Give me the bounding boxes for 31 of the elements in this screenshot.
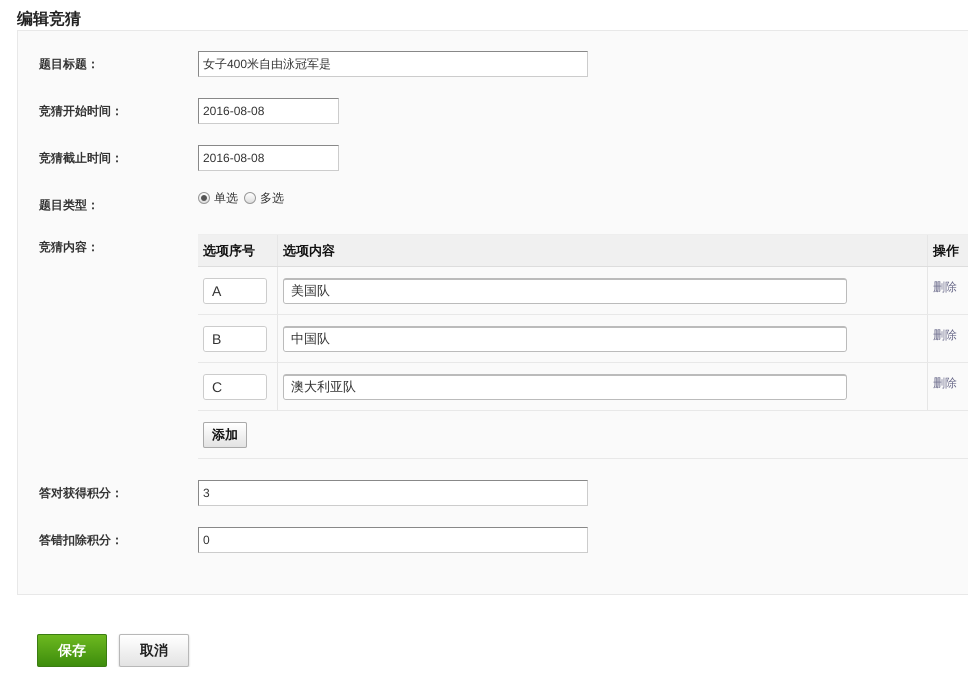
field-label: 答错扣除积分： — [38, 532, 123, 549]
input-field[interactable]: 0 — [198, 527, 588, 553]
field-label: 竞猜开始时间： — [38, 103, 123, 120]
radio-button[interactable] — [198, 192, 210, 204]
delete-link[interactable]: 删除 — [933, 279, 957, 295]
cancel-button[interactable]: 取消 — [119, 634, 189, 667]
input-field[interactable]: C — [203, 374, 267, 400]
field-label: 答对获得积分： — [38, 485, 123, 502]
input-field[interactable]: 2016-08-08 — [198, 145, 339, 171]
field-label: 题目类型： — [38, 197, 99, 214]
radio-button[interactable] — [244, 192, 256, 204]
column-header: 选项内容 — [283, 242, 335, 258]
radio-label: 单选 — [214, 190, 238, 206]
delete-link[interactable]: 删除 — [933, 375, 957, 391]
input-field[interactable]: 3 — [198, 480, 588, 506]
input-field[interactable]: B — [203, 326, 267, 352]
field-label: 题目标题： — [38, 56, 99, 73]
radio-label: 多选 — [260, 190, 284, 206]
add-button[interactable]: 添加 — [203, 422, 247, 448]
input-field[interactable]: 中国队 — [283, 326, 847, 352]
field-label: 竞猜内容： — [38, 239, 99, 256]
input-field[interactable]: 美国队 — [283, 278, 847, 304]
input-field[interactable]: A — [203, 278, 267, 304]
input-field[interactable]: 女子400米自由泳冠军是 — [198, 51, 588, 77]
input-field[interactable]: 澳大利亚队 — [283, 374, 847, 400]
field-label: 竞猜截止时间： — [38, 150, 123, 167]
column-header: 选项序号 — [203, 242, 255, 258]
column-header: 操作 — [933, 242, 959, 258]
input-field[interactable]: 2016-08-08 — [198, 98, 339, 124]
delete-link[interactable]: 删除 — [933, 327, 957, 343]
page-title: 编辑竞猜 — [16, 9, 82, 30]
